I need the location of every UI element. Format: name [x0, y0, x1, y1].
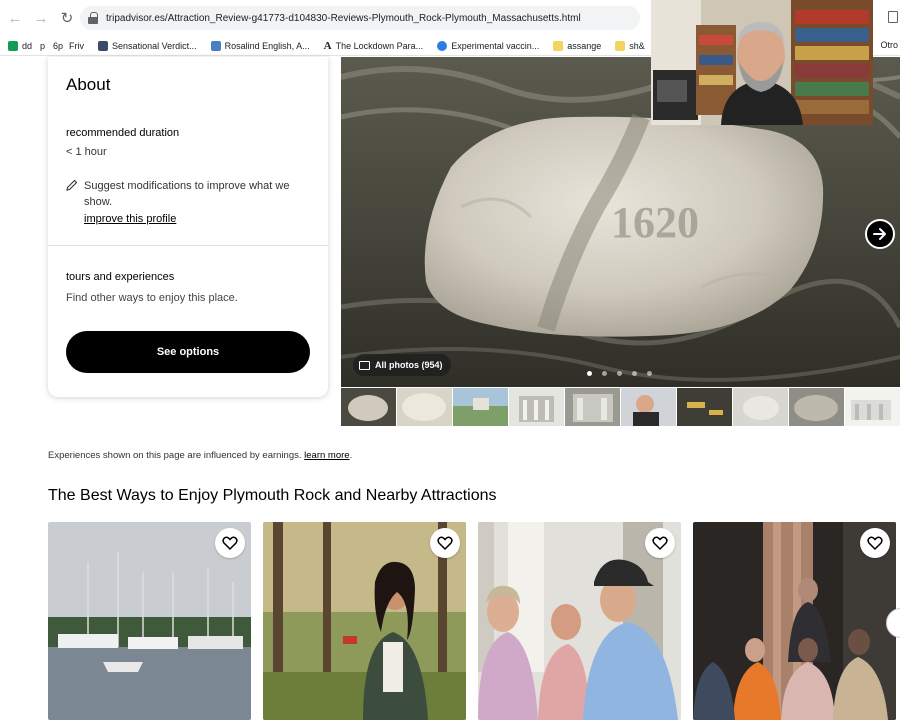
improve-profile-link[interactable]: improve this profile	[84, 213, 176, 225]
pencil-icon	[66, 179, 78, 191]
thumbnail[interactable]	[453, 388, 508, 426]
folder-icon	[615, 40, 626, 51]
bookmark-label: assange	[567, 40, 602, 51]
suggest-text: Suggest modifications to improve what we…	[84, 180, 290, 208]
carousel-dot[interactable]	[632, 371, 637, 376]
heart-icon	[222, 536, 238, 551]
heart-icon	[652, 536, 668, 551]
see-options-button[interactable]: See options	[66, 331, 310, 373]
heart-icon	[867, 536, 883, 551]
section-title: The Best Ways to Enjoy Plymouth Rock and…	[48, 487, 497, 504]
reload-icon[interactable]: ↻	[56, 7, 78, 29]
all-photos-label: All photos (954)	[375, 360, 443, 370]
duration-value: < 1 hour	[66, 146, 107, 158]
bookmark-label: Experimental vaccin...	[451, 40, 540, 51]
thumbnail[interactable]	[397, 388, 452, 426]
webcam-image	[651, 0, 873, 125]
duration-label: recommended duration	[66, 127, 180, 139]
window-icon[interactable]	[888, 11, 898, 23]
arrow-right-icon	[873, 228, 886, 240]
lock-icon	[88, 12, 98, 24]
bookmark-label: 6p	[53, 40, 64, 51]
divider	[48, 245, 328, 246]
bookmark-item[interactable]: Rosalind English, A...	[210, 40, 310, 51]
heart-icon	[437, 536, 453, 551]
webcam-overlay	[651, 0, 873, 125]
forward-icon[interactable]: →	[30, 7, 52, 29]
carousel-dot[interactable]	[602, 371, 607, 376]
bookmark-icon	[8, 40, 18, 51]
bookmark-item[interactable]: dd	[8, 40, 33, 51]
bookmark-item[interactable]: sh&	[615, 40, 645, 51]
thumbnail-strip	[341, 388, 900, 426]
experience-card-tour-group[interactable]	[478, 522, 681, 720]
tours-subtitle: Find other ways to enjoy this place.	[66, 292, 238, 304]
experience-card-harbor[interactable]	[48, 522, 251, 720]
bookmark-item[interactable]: Experimental vaccin...	[437, 40, 540, 51]
bookmark-icon: A	[323, 39, 332, 52]
thumbnail[interactable]	[341, 388, 396, 426]
bookmark-label: Friv	[69, 40, 85, 51]
carousel-dot[interactable]	[617, 371, 622, 376]
experience-card-night-tour[interactable]	[693, 522, 896, 720]
thumbnail[interactable]	[509, 388, 564, 426]
carousel-dots	[587, 371, 662, 376]
thumbnail[interactable]	[845, 388, 900, 426]
photo-icon	[359, 360, 370, 370]
tours-label: tours and experiences	[66, 271, 175, 283]
back-icon[interactable]: ←	[4, 7, 26, 29]
experience-card-park[interactable]	[263, 522, 466, 720]
disclaimer-suffix: .	[349, 450, 353, 461]
all-photos-button[interactable]: All photos (954)	[353, 354, 451, 376]
bookmark-item[interactable]: assange	[553, 40, 602, 51]
disclaimer-text: Experiences shown on this page are influ…	[48, 450, 302, 461]
bookmark-item[interactable]: Friv	[69, 41, 84, 51]
about-title: About	[66, 75, 111, 94]
bookmark-item[interactable]: Sensational Verdict...	[98, 40, 197, 51]
carousel-dot[interactable]	[587, 371, 592, 376]
bookmark-label: Rosalind English, A...	[224, 40, 310, 51]
url-text: tripadvisor.es/Attraction_Review-g41773-…	[106, 12, 581, 24]
about-card: About recommended duration < 1 hour Sugg…	[48, 57, 328, 397]
earnings-disclaimer: Experiences shown on this page are influ…	[48, 450, 352, 461]
thumbnail[interactable]	[733, 388, 788, 426]
bookmark-label: Sensational Verdict...	[112, 40, 197, 51]
bookmark-item[interactable]: p	[40, 41, 45, 51]
folder-icon	[553, 40, 564, 51]
save-button[interactable]	[215, 528, 245, 558]
other-bookmarks[interactable]: Otro	[880, 40, 898, 50]
thumbnail[interactable]	[565, 388, 620, 426]
thumbnail[interactable]	[789, 388, 844, 426]
rock-engraving: 1620	[611, 198, 699, 247]
bookmark-label: dd	[22, 40, 33, 51]
thumbnail[interactable]	[621, 388, 676, 426]
bookmark-item[interactable]: 6p	[53, 41, 63, 51]
bookmark-icon	[437, 40, 448, 51]
save-button[interactable]	[860, 528, 890, 558]
save-button[interactable]	[645, 528, 675, 558]
bookmark-label: p	[40, 40, 46, 51]
learn-more-link[interactable]: learn more	[304, 450, 349, 461]
bookmark-label: sh&	[629, 40, 645, 51]
save-button[interactable]	[430, 528, 460, 558]
bookmark-icon	[210, 40, 221, 51]
carousel-dot[interactable]	[647, 371, 652, 376]
next-photo-button[interactable]	[865, 219, 895, 249]
thumbnail[interactable]	[677, 388, 732, 426]
bookmark-icon	[98, 40, 109, 51]
url-field[interactable]: tripadvisor.es/Attraction_Review-g41773-…	[80, 6, 640, 30]
bookmark-label: The Lockdown Para...	[335, 40, 424, 51]
bookmark-item[interactable]: A The Lockdown Para...	[324, 40, 424, 52]
